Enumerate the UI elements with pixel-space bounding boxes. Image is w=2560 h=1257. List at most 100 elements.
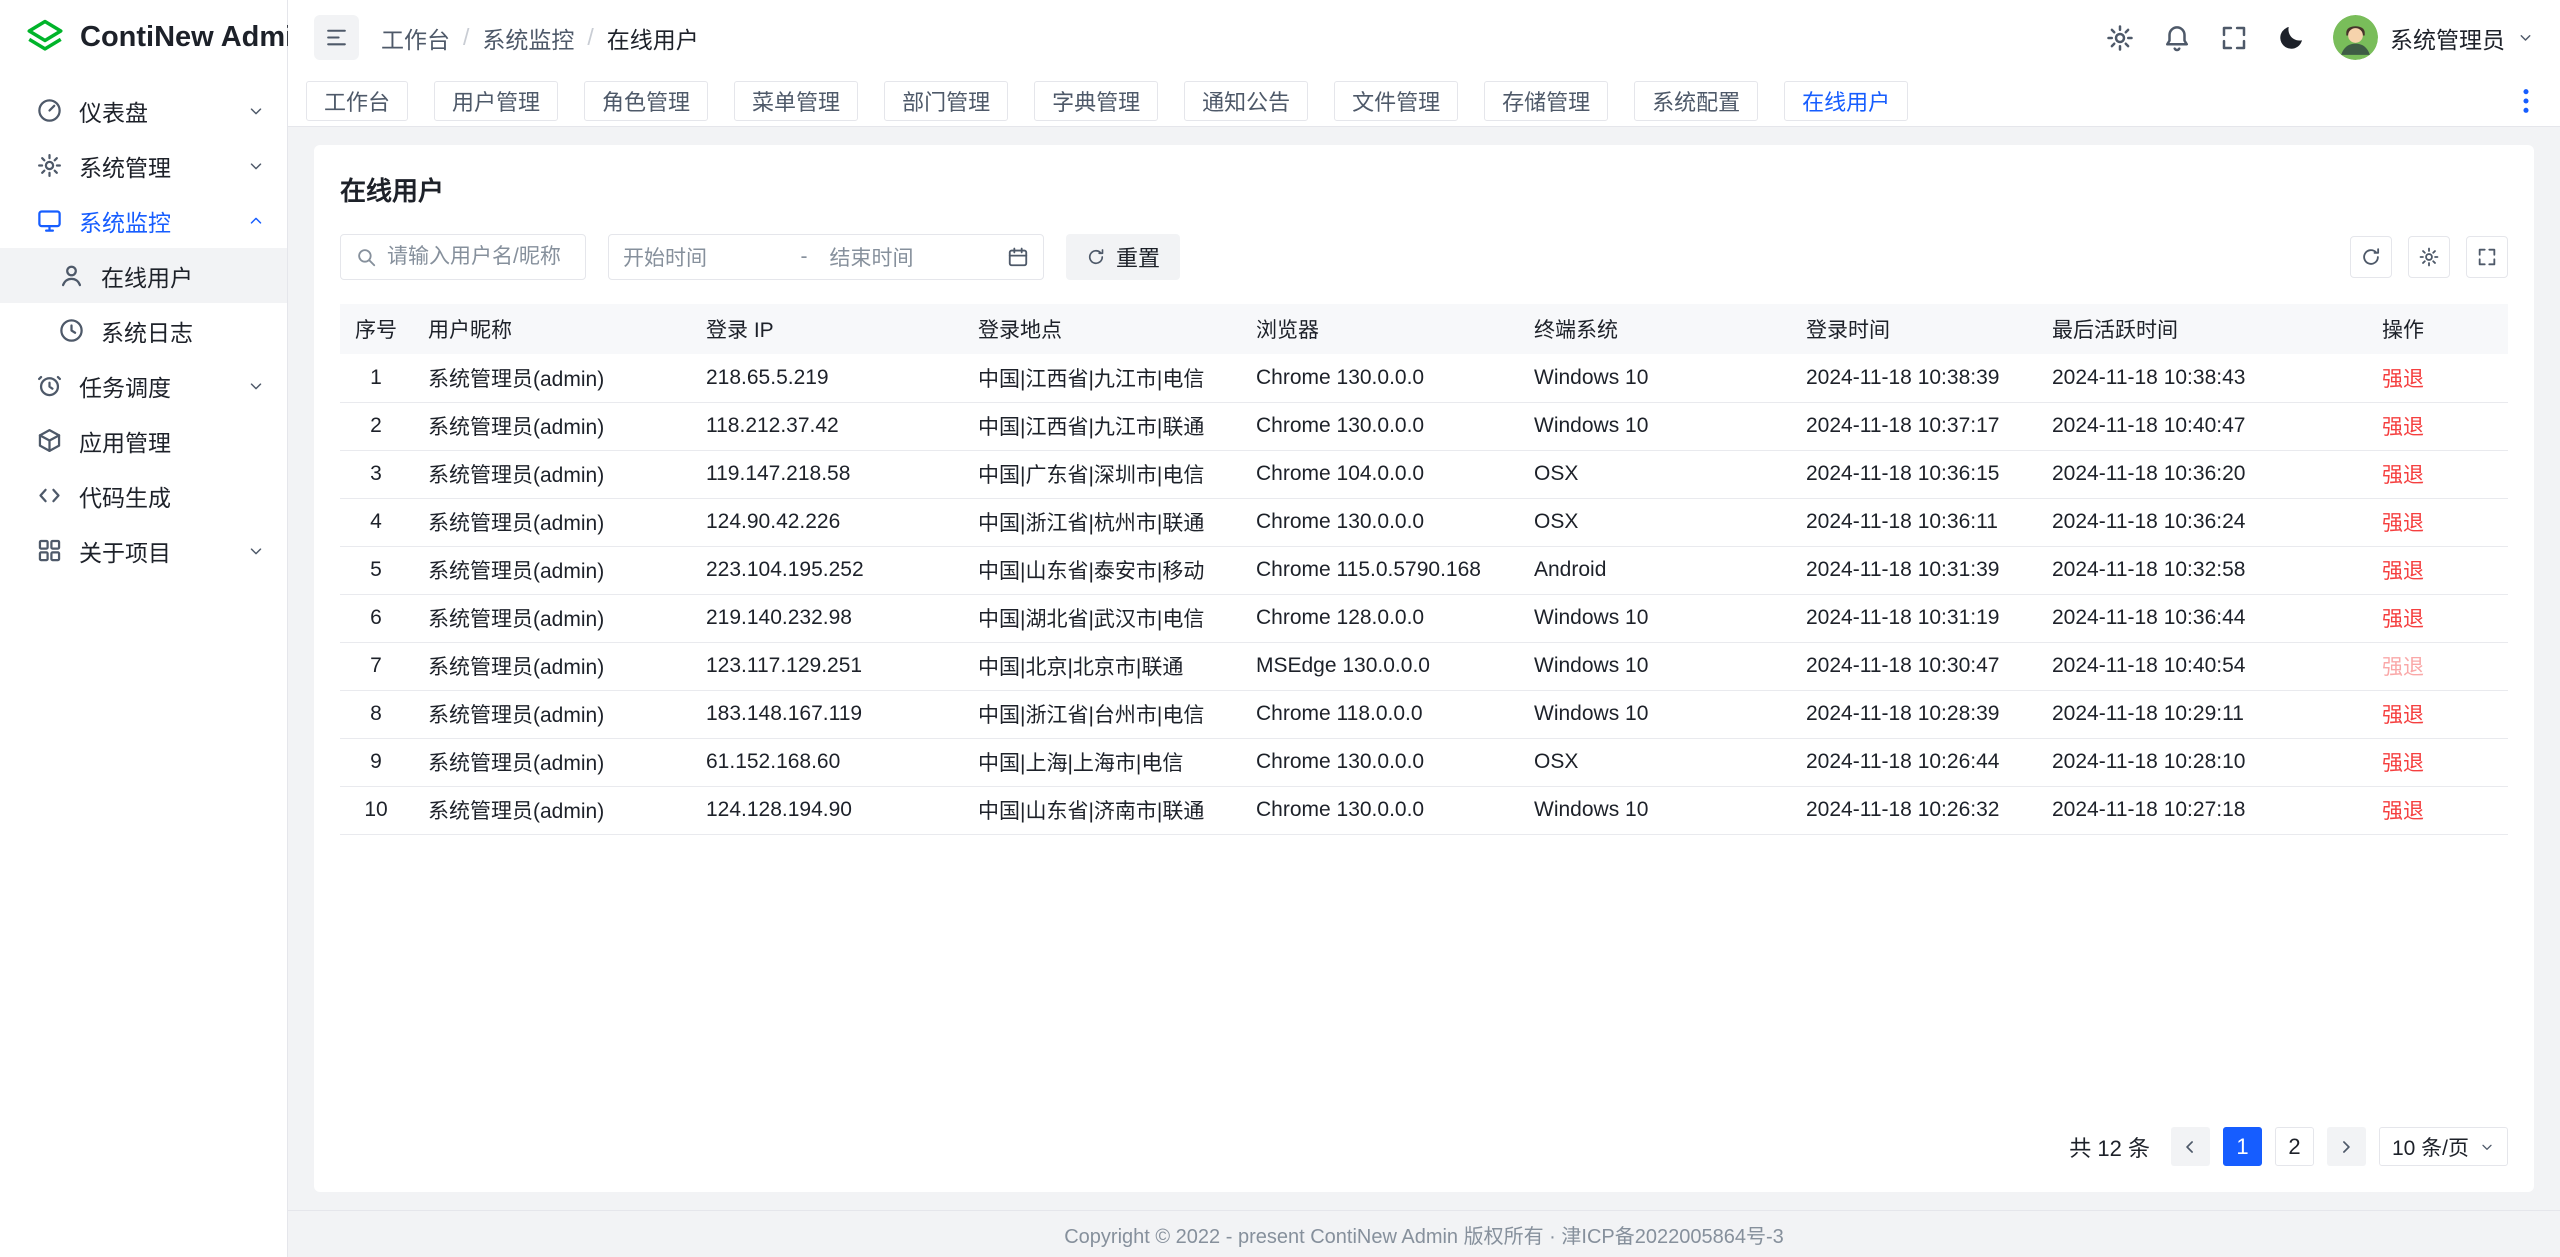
- chevron-up-icon: [247, 212, 265, 230]
- sidebar-item-code-generation[interactable]: 代码生成: [0, 468, 287, 523]
- sidebar-collapse-button[interactable]: [314, 15, 359, 60]
- cell-ip: 218.65.5.219: [690, 354, 962, 402]
- topbar: 工作台/系统监控/在线用户 系统管理员: [288, 0, 2560, 75]
- tab-notice[interactable]: 通知公告: [1184, 81, 1308, 121]
- sidebar-item-system-management[interactable]: 系统管理: [0, 138, 287, 193]
- reset-button[interactable]: 重置: [1066, 234, 1180, 280]
- tab-workbench[interactable]: 工作台: [306, 81, 408, 121]
- filter-row: 开始时间 - 结束时间 重置: [340, 234, 2508, 280]
- menu-fold-icon: [324, 25, 349, 50]
- notifications-icon[interactable]: [2162, 23, 2192, 53]
- force-logout-link[interactable]: 强退: [2382, 704, 2424, 727]
- force-logout-link[interactable]: 强退: [2382, 608, 2424, 631]
- pagination-page-1[interactable]: 1: [2223, 1127, 2262, 1166]
- settings-icon[interactable]: [2105, 23, 2135, 53]
- tab-user-management[interactable]: 用户管理: [434, 81, 558, 121]
- sidebar-item-system-logs[interactable]: 系统日志: [0, 303, 287, 358]
- pagination: 共 12 条 12 10 条/页: [340, 1105, 2508, 1166]
- app-logo[interactable]: ContiNew Admin: [0, 0, 287, 75]
- fullscreen-icon[interactable]: [2219, 23, 2249, 53]
- refresh-icon: [2360, 246, 2382, 268]
- table-row: 4系统管理员(admin)124.90.42.226中国|浙江省|杭州市|联通C…: [340, 498, 2508, 546]
- force-logout-link[interactable]: 强退: [2382, 752, 2424, 775]
- sidebar-item-about-project[interactable]: 关于项目: [0, 523, 287, 578]
- code-icon: [36, 482, 63, 509]
- column-header-ip: 登录 IP: [690, 304, 962, 354]
- tab-file-management[interactable]: 文件管理: [1334, 81, 1458, 121]
- sidebar: ContiNew Admin 仪表盘系统管理系统监控在线用户系统日志任务调度应用…: [0, 0, 288, 1257]
- cell-login_time: 2024-11-18 10:28:39: [1790, 690, 2036, 738]
- cell-action: 强退: [2366, 594, 2508, 642]
- cell-nickname: 系统管理员(admin): [412, 450, 690, 498]
- sidebar-item-label: 在线用户: [101, 259, 265, 293]
- column-header-login_time: 登录时间: [1790, 304, 2036, 354]
- column-header-index: 序号: [340, 304, 412, 354]
- pagination-pages: 12: [2223, 1127, 2314, 1166]
- pagination-next-button[interactable]: [2327, 1127, 2366, 1166]
- sidebar-item-label: 系统管理: [79, 149, 231, 183]
- gear-icon: [2418, 246, 2440, 268]
- user-menu[interactable]: 系统管理员: [2333, 15, 2534, 60]
- dashboard-icon: [36, 97, 63, 124]
- table-fullscreen-button[interactable]: [2466, 236, 2508, 278]
- pagination-prev-button[interactable]: [2171, 1127, 2210, 1166]
- column-settings-button[interactable]: [2408, 236, 2450, 278]
- date-start-placeholder: 开始时间: [623, 242, 793, 272]
- force-logout-link[interactable]: 强退: [2382, 800, 2424, 823]
- tab-menu-management[interactable]: 菜单管理: [734, 81, 858, 121]
- tab-more-icon[interactable]: [2510, 85, 2542, 117]
- tab-dict-management[interactable]: 字典管理: [1034, 81, 1158, 121]
- sidebar-item-task-schedule[interactable]: 任务调度: [0, 358, 287, 413]
- page-size-select[interactable]: 10 条/页: [2379, 1127, 2508, 1166]
- table-body: 1系统管理员(admin)218.65.5.219中国|江西省|九江市|电信Ch…: [340, 354, 2508, 834]
- breadcrumb-item[interactable]: 工作台: [381, 21, 450, 55]
- page-title: 在线用户: [340, 171, 2508, 208]
- cell-index: 2: [340, 402, 412, 450]
- cell-ip: 61.152.168.60: [690, 738, 962, 786]
- tab-online-users[interactable]: 在线用户: [1784, 81, 1908, 121]
- sidebar-item-dashboard[interactable]: 仪表盘: [0, 83, 287, 138]
- content-area: 在线用户 开始时间 - 结束时间 重置: [288, 127, 2560, 1210]
- force-logout-link[interactable]: 强退: [2382, 464, 2424, 487]
- table-row: 2系统管理员(admin)118.212.37.42中国|江西省|九江市|联通C…: [340, 402, 2508, 450]
- force-logout-link[interactable]: 强退: [2382, 560, 2424, 583]
- sidebar-item-app-management[interactable]: 应用管理: [0, 413, 287, 468]
- breadcrumb: 工作台/系统监控/在线用户: [381, 21, 699, 55]
- cell-nickname: 系统管理员(admin): [412, 402, 690, 450]
- cell-login_time: 2024-11-18 10:26:32: [1790, 786, 2036, 834]
- sidebar-item-label: 系统监控: [79, 204, 231, 238]
- force-logout-link[interactable]: 强退: [2382, 416, 2424, 439]
- cell-last_active_time: 2024-11-18 10:38:43: [2036, 354, 2366, 402]
- tab-system-config[interactable]: 系统配置: [1634, 81, 1758, 121]
- cell-browser: Chrome 118.0.0.0: [1240, 690, 1518, 738]
- sidebar-item-label: 应用管理: [79, 424, 265, 458]
- breadcrumb-item[interactable]: 系统监控: [482, 21, 574, 55]
- date-range-picker[interactable]: 开始时间 - 结束时间: [608, 234, 1044, 280]
- online-users-card: 在线用户 开始时间 - 结束时间 重置: [314, 145, 2534, 1192]
- tab-role-management[interactable]: 角色管理: [584, 81, 708, 121]
- pagination-page-2[interactable]: 2: [2275, 1127, 2314, 1166]
- search-input[interactable]: [387, 245, 571, 269]
- pagination-total: 共 12 条: [2069, 1131, 2150, 1163]
- dark-mode-icon[interactable]: [2276, 23, 2306, 53]
- tab-storage-management[interactable]: 存储管理: [1484, 81, 1608, 121]
- force-logout-link[interactable]: 强退: [2382, 368, 2424, 391]
- sidebar-item-system-monitor[interactable]: 系统监控: [0, 193, 287, 248]
- cell-nickname: 系统管理员(admin): [412, 354, 690, 402]
- cell-login_time: 2024-11-18 10:36:11: [1790, 498, 2036, 546]
- date-separator: -: [801, 245, 808, 269]
- tab-dept-management[interactable]: 部门管理: [884, 81, 1008, 121]
- cell-location: 中国|浙江省|台州市|电信: [962, 690, 1240, 738]
- reset-label: 重置: [1116, 241, 1160, 273]
- cell-location: 中国|江西省|九江市|联通: [962, 402, 1240, 450]
- reset-icon: [1086, 247, 1106, 267]
- force-logout-link[interactable]: 强退: [2382, 512, 2424, 535]
- column-header-browser: 浏览器: [1240, 304, 1518, 354]
- table-row: 8系统管理员(admin)183.148.167.119中国|浙江省|台州市|电…: [340, 690, 2508, 738]
- refresh-button[interactable]: [2350, 236, 2392, 278]
- cell-action: 强退: [2366, 546, 2508, 594]
- sidebar-item-online-users[interactable]: 在线用户: [0, 248, 287, 303]
- cell-ip: 219.140.232.98: [690, 594, 962, 642]
- table-row: 10系统管理员(admin)124.128.194.90中国|山东省|济南市|联…: [340, 786, 2508, 834]
- breadcrumb-item[interactable]: 在线用户: [607, 21, 699, 55]
